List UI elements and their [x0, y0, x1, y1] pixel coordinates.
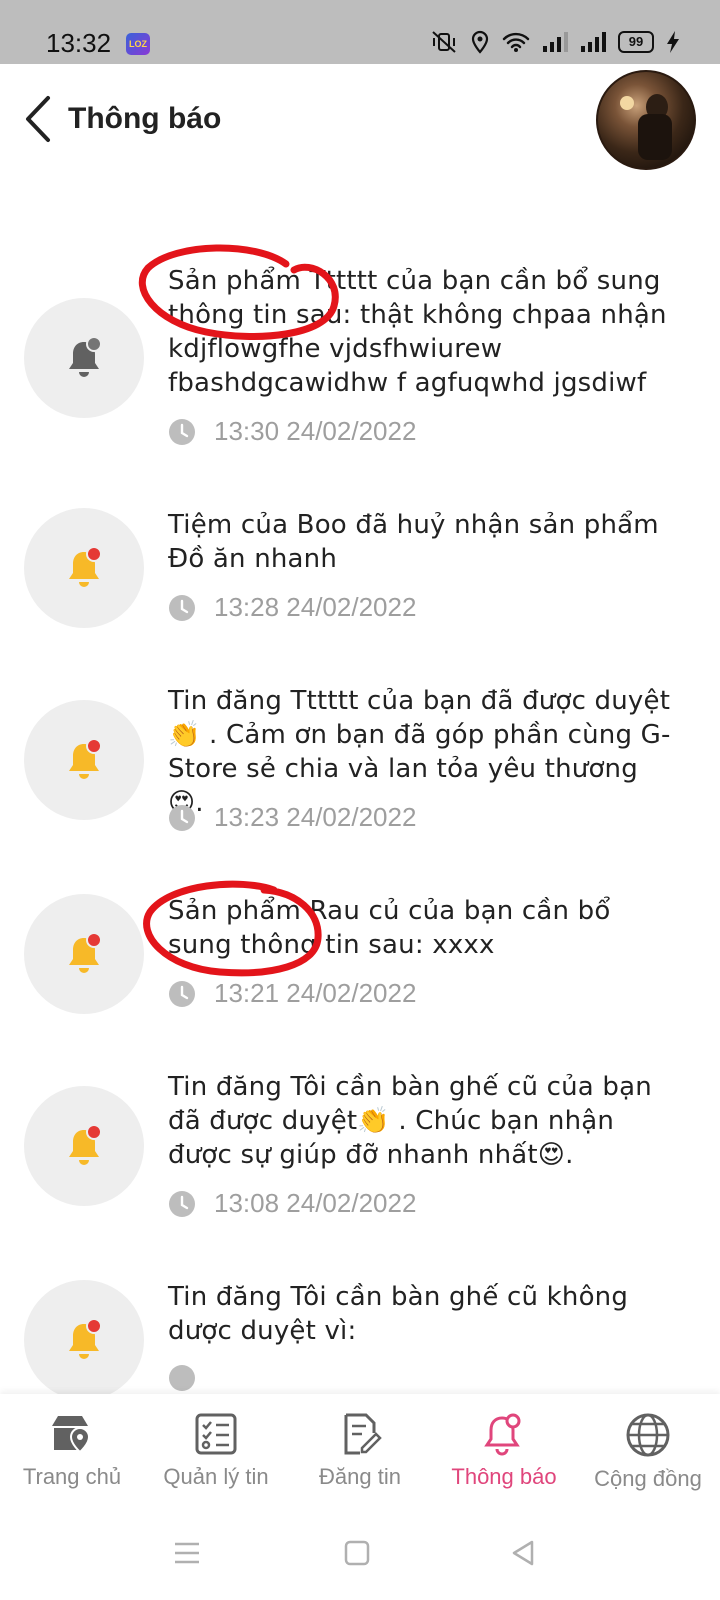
back-triangle-icon[interactable]	[510, 1540, 536, 1566]
bell-icon	[69, 336, 102, 377]
clock-icon	[169, 1190, 195, 1217]
notification-icon-bg	[24, 1280, 144, 1394]
notification-time: 13:08 24/02/2022	[168, 1188, 416, 1219]
nav-post[interactable]: Đăng tin	[288, 1412, 432, 1490]
nav-label: Cộng đồng	[594, 1466, 702, 1491]
notification-time: 13:28 24/02/2022	[168, 592, 416, 623]
app-notification-icon: LOZ	[126, 33, 150, 55]
mute-vibrate-icon	[432, 31, 456, 53]
charging-icon	[667, 31, 679, 53]
bell-icon	[69, 932, 102, 973]
location-icon	[471, 30, 489, 54]
bell-icon	[484, 1413, 521, 1456]
status-time: 13:32	[46, 28, 112, 58]
nav-notifications[interactable]: Thông báo	[432, 1412, 576, 1490]
clock-icon	[169, 418, 195, 445]
notification-icon-bg	[24, 700, 144, 820]
signal-icon	[581, 32, 606, 52]
bell-icon	[69, 1124, 102, 1165]
bottom-navigation: Trang chủ Quản lý tin Đăng tin Thông báo	[0, 1394, 720, 1514]
notification-message: Tin đăng Tttttt của bạn đã được duyệt 👏 …	[168, 686, 671, 818]
nav-label: Đăng tin	[319, 1464, 401, 1489]
notification-list[interactable]: Sản phẩm Tttttt của bạn cần bổ sung thôn…	[0, 174, 720, 1394]
status-icons: 99	[430, 30, 680, 54]
battery-icon: 99	[618, 31, 654, 53]
notification-time-text: 13:28 24/02/2022	[214, 592, 417, 622]
home-icon[interactable]	[344, 1540, 370, 1566]
nav-label: Quản lý tin	[163, 1464, 269, 1489]
notification-time-text: 13:30 24/02/2022	[214, 416, 417, 446]
notification-icon-bg	[24, 1086, 144, 1206]
system-navigation-bar	[0, 1514, 720, 1600]
notification-time: 13:21 24/02/2022	[168, 978, 416, 1009]
notification-message: Tin đăng Tôi cần bàn ghế cũ không dược d…	[168, 1282, 629, 1346]
clock-icon	[169, 980, 195, 1007]
checklist-icon	[195, 1413, 237, 1455]
store-location-icon	[52, 1416, 91, 1454]
wifi-icon	[502, 32, 530, 52]
notification-time-text: 13:08 24/02/2022	[214, 1188, 417, 1218]
avatar[interactable]	[596, 70, 696, 170]
notification-icon-bg	[24, 298, 144, 418]
status-bar: 13:32 LOZ 99	[0, 0, 720, 64]
notification-time: 13:23 24/02/2022	[168, 802, 416, 833]
notification-message: Tiệm của Boo đã huỷ nhận sản phẩm Đồ ăn …	[168, 510, 659, 574]
notification-message: Sản phẩm Tttttt của bạn cần bổ sung thôn…	[168, 266, 667, 398]
clock-icon	[169, 804, 195, 831]
signal-icon	[543, 32, 568, 52]
nav-community[interactable]: Cộng đồng	[576, 1412, 720, 1492]
bell-icon	[69, 738, 102, 779]
notification-time-text: 13:21 24/02/2022	[214, 978, 417, 1008]
notification-icon-bg	[24, 894, 144, 1014]
nav-label: Trang chủ	[22, 1464, 122, 1489]
clock-icon	[169, 1365, 195, 1391]
nav-home[interactable]: Trang chủ	[0, 1412, 144, 1490]
bell-icon	[69, 1318, 102, 1359]
page-title: Thông báo	[68, 102, 222, 135]
notification-icon-bg	[24, 508, 144, 628]
clock-icon	[169, 594, 195, 621]
bell-icon	[69, 546, 102, 587]
notification-time	[168, 1364, 196, 1392]
globe-icon	[626, 1413, 670, 1457]
notification-time: 13:30 24/02/2022	[168, 416, 416, 447]
chevron-left-icon[interactable]	[22, 94, 56, 144]
notification-message: Sản phẩm Rau củ của bạn cần bổ sung thôn…	[168, 896, 611, 960]
notification-time-text: 13:23 24/02/2022	[214, 802, 417, 832]
edit-document-icon	[344, 1413, 382, 1455]
nav-manage-posts[interactable]: Quản lý tin	[144, 1412, 288, 1490]
notification-message: Tin đăng Tôi cần bàn ghế cũ của bạn đã đ…	[168, 1072, 652, 1170]
app-header: Thông báo	[0, 64, 720, 174]
menu-icon[interactable]	[174, 1540, 200, 1566]
nav-label: Thông báo	[451, 1464, 557, 1489]
